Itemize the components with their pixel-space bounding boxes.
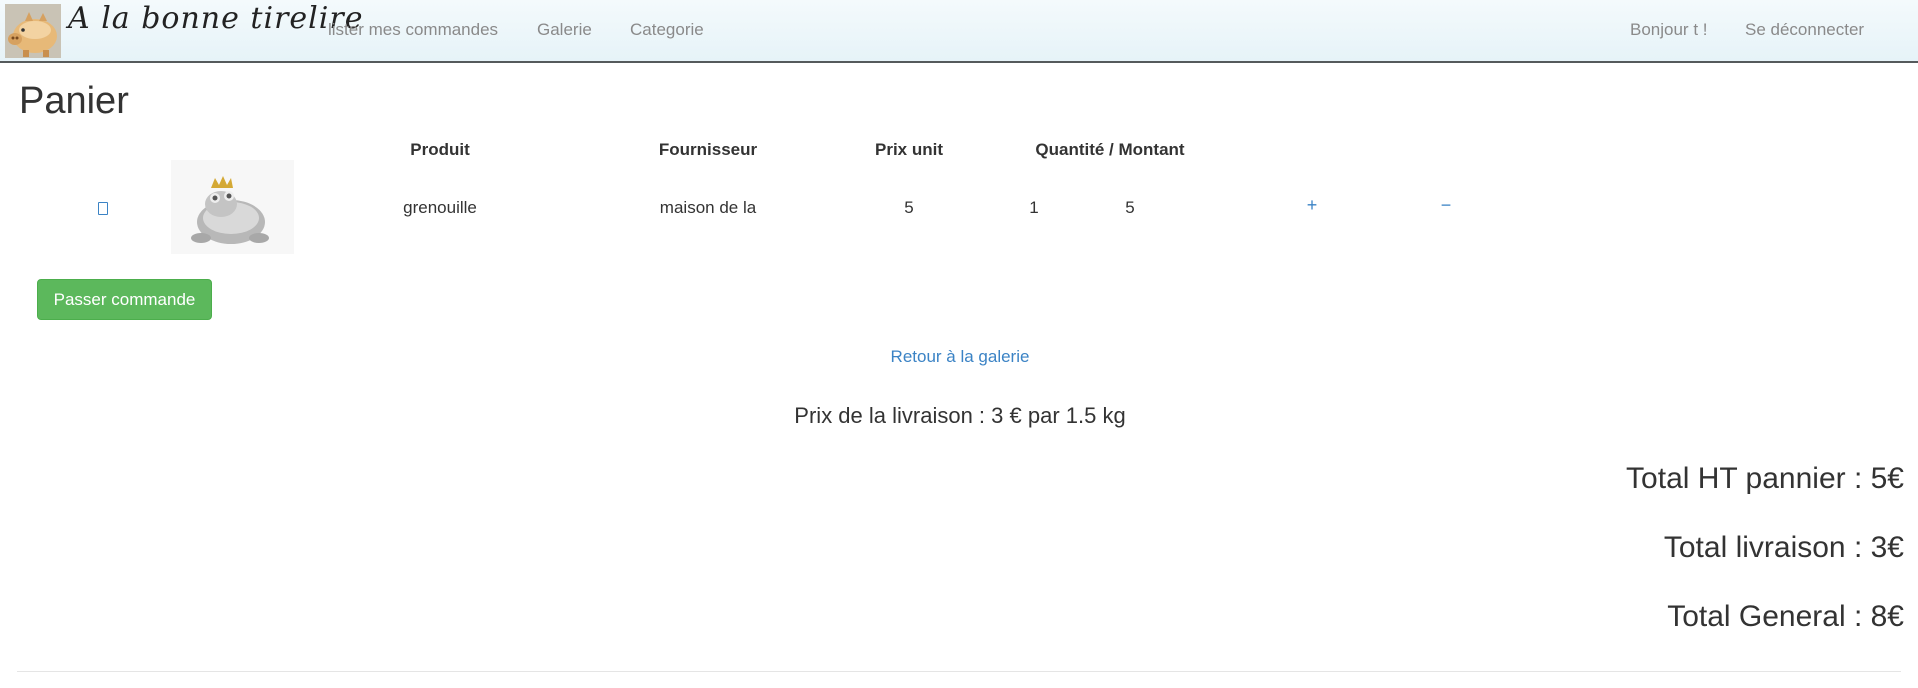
cell-quantity: 1 xyxy=(1029,198,1039,217)
nav-link-orders[interactable]: lister mes commandes xyxy=(328,20,498,40)
total-ht: Total HT pannier : 5€ xyxy=(1626,462,1904,495)
nav-greeting[interactable]: Bonjour t ! xyxy=(1630,20,1708,40)
delivery-price-info: Prix de la livraison : 3 € par 1.5 kg xyxy=(794,403,1126,428)
piggy-bank-icon[interactable] xyxy=(5,4,61,58)
page-title: Panier xyxy=(19,80,129,122)
cell-product: grenouille xyxy=(403,198,477,217)
cell-amount: 5 xyxy=(1125,198,1135,217)
cell-unit-price: 5 xyxy=(904,198,914,217)
header-product: Produit xyxy=(410,140,470,159)
nav-link-gallery[interactable]: Galerie xyxy=(537,20,592,40)
total-delivery: Total livraison : 3€ xyxy=(1663,531,1904,564)
cell-supplier: maison de la xyxy=(659,198,757,217)
decrement-quantity-button[interactable]: − xyxy=(1441,196,1452,214)
header-quantity-amount: Quantité / Montant xyxy=(1035,140,1185,159)
trash-icon[interactable] xyxy=(98,202,108,215)
nav-logout[interactable]: Se déconnecter xyxy=(1745,20,1864,40)
navbar: A la bonne tirelire lister mes commandes… xyxy=(0,0,1918,63)
header-supplier: Fournisseur xyxy=(658,140,758,159)
brand-name[interactable]: A la bonne tirelire xyxy=(68,1,363,36)
header-unit-price: Prix unit xyxy=(874,140,944,159)
footer-divider xyxy=(17,671,1901,672)
frog-figurine-image xyxy=(171,160,294,254)
nav-link-category[interactable]: Categorie xyxy=(630,20,704,40)
total-general: Total General : 8€ xyxy=(1667,600,1904,633)
place-order-button[interactable]: Passer commande xyxy=(37,279,212,320)
back-to-gallery-link[interactable]: Retour à la galerie xyxy=(891,347,1030,367)
increment-quantity-button[interactable]: + xyxy=(1307,196,1318,214)
